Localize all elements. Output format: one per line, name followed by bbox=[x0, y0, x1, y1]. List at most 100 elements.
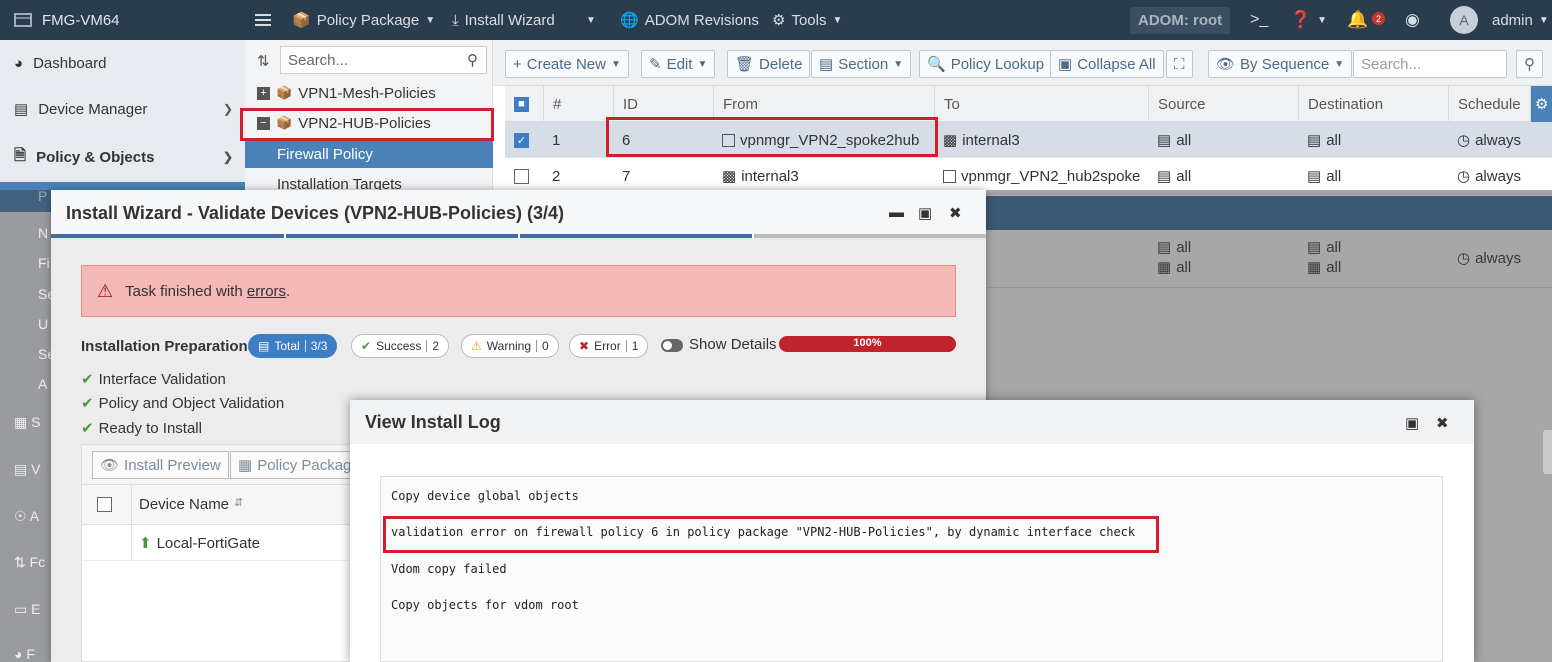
cell-to[interactable]: ▩ internal3 bbox=[934, 122, 1020, 158]
section-button[interactable]: ▤ Section ▼ bbox=[811, 50, 912, 78]
close-icon[interactable]: ✖ bbox=[1436, 414, 1449, 432]
fullscreen-icon: ⛶ bbox=[1174, 55, 1185, 73]
cell-text: always bbox=[1475, 167, 1521, 185]
column-settings-gear-icon[interactable]: ⚙ bbox=[1530, 86, 1552, 122]
pill-value: 0 bbox=[542, 339, 549, 353]
check-interface-validation: ✔ Interface Validation bbox=[81, 370, 226, 389]
package-icon: 📦 bbox=[276, 85, 293, 100]
checkbox-icon: ■ bbox=[514, 96, 529, 112]
maximize-icon[interactable]: ▣ bbox=[1405, 414, 1419, 432]
select-all-checkbox[interactable] bbox=[97, 497, 112, 512]
chevron-down-icon: ▼ bbox=[893, 58, 904, 70]
vpn-icon: ▤ bbox=[14, 461, 28, 477]
row-checkbox[interactable] bbox=[505, 158, 529, 194]
button-label: By Sequence bbox=[1240, 55, 1330, 73]
nav-policy-objects[interactable]: 🗎 Policy & Objects ❯ bbox=[0, 134, 245, 180]
maximize-icon[interactable]: ▣ bbox=[918, 204, 932, 222]
errors-link[interactable]: errors bbox=[247, 283, 286, 300]
collapse-all-button[interactable]: ▣ Collapse All bbox=[1050, 50, 1164, 78]
col-to[interactable]: To bbox=[934, 86, 1148, 122]
edit-button[interactable]: ✎ Edit ▼ bbox=[641, 50, 716, 78]
cell-schedule[interactable]: ◷ always bbox=[1448, 158, 1521, 194]
warning-triangle-icon: ⚠ bbox=[97, 280, 114, 301]
view-mode-dropdown[interactable]: 👁 By Sequence ▼ bbox=[1208, 50, 1353, 78]
sort-icon: ⇵ bbox=[234, 497, 244, 509]
notification-bell-icon[interactable]: 🔔 bbox=[1347, 0, 1368, 40]
nav-cut-label: ▤ V bbox=[14, 461, 40, 478]
check-ready-to-install: ✔ Ready to Install bbox=[81, 419, 202, 438]
nav-dashboard[interactable]: ◕ Dashboard bbox=[0, 40, 245, 86]
create-new-button[interactable]: + Create New ▼ bbox=[505, 50, 629, 78]
filter-total[interactable]: ▤ Total 3/3 bbox=[248, 334, 338, 358]
adom-revisions-button[interactable]: 🌐 ADOM Revisions bbox=[620, 0, 759, 40]
filter-warning[interactable]: ⚠ Warning 0 bbox=[461, 334, 559, 358]
diff-icon: ▦ bbox=[238, 457, 253, 474]
cell-to[interactable]: vpnmgr_VPN2_hub2spoke bbox=[934, 158, 1140, 194]
check-label: Interface Validation bbox=[98, 370, 226, 388]
cell-source[interactable]: ▤ all bbox=[1148, 122, 1191, 158]
col-destination[interactable]: Destination bbox=[1298, 86, 1448, 122]
nav-cut-text: Fc bbox=[29, 554, 46, 570]
policy-package-diff-button[interactable]: ▦ Policy Package bbox=[230, 451, 368, 479]
address-icon: ▤ bbox=[1157, 168, 1172, 185]
col-seq[interactable]: # bbox=[543, 86, 613, 122]
cell-destination[interactable]: ▤ all bbox=[1298, 122, 1341, 158]
collapse-icon: ▣ bbox=[1058, 56, 1073, 73]
col-source[interactable]: Source bbox=[1148, 86, 1298, 122]
chevron-down-icon: ▼ bbox=[1538, 14, 1549, 26]
policy-lookup-button[interactable]: 🔍 Policy Lookup bbox=[919, 50, 1053, 78]
alert-monitor-icon[interactable]: ◉ bbox=[1405, 0, 1420, 40]
chevron-down-icon: ▼ bbox=[697, 58, 708, 70]
tools-menu[interactable]: ⚙ Tools ▼ bbox=[772, 0, 842, 40]
list-icon: ▤ bbox=[258, 339, 270, 353]
fullscreen-button[interactable]: ⛶ bbox=[1166, 50, 1193, 78]
ap-icon: ☉ bbox=[14, 508, 27, 524]
nav-label: Policy & Objects bbox=[36, 148, 155, 166]
delete-button[interactable]: 🗑 Delete bbox=[727, 50, 811, 78]
pill-value: 2 bbox=[432, 339, 440, 353]
install-wizard-dropdown[interactable]: ▼ bbox=[586, 0, 596, 40]
search-icon[interactable]: ⚲ bbox=[467, 51, 478, 69]
minimize-icon[interactable]: ▬ bbox=[889, 204, 904, 221]
install-preview-button[interactable]: 👁 Install Preview bbox=[92, 451, 229, 479]
side-panel-toggle[interactable] bbox=[1543, 430, 1552, 474]
cell-from[interactable]: ▩ internal3 bbox=[713, 158, 799, 194]
cell-schedule[interactable]: ◷ always bbox=[1448, 122, 1521, 158]
install-wizard-label: Install Wizard bbox=[464, 11, 555, 29]
install-wizard-button[interactable]: ⤓ Install Wizard bbox=[452, 0, 555, 40]
tree-item-vpn1[interactable]: + 📦 VPN1-Mesh-Policies bbox=[257, 80, 436, 106]
expand-icon[interactable]: + bbox=[257, 86, 270, 100]
filter-error[interactable]: ✖ Error 1 bbox=[569, 334, 649, 358]
filter-success[interactable]: ✔ Success 2 bbox=[351, 334, 450, 358]
cell-seq: 1 bbox=[552, 131, 561, 149]
row-checkbox[interactable]: ✓ bbox=[505, 122, 529, 158]
col-device-name[interactable]: Device Name ⇵ bbox=[139, 496, 243, 513]
adom-selector[interactable]: ADOM: root bbox=[1130, 0, 1231, 40]
show-details-toggle[interactable] bbox=[661, 339, 683, 352]
table-row[interactable]: 2 7 ▩ internal3 vpnmgr_VPN2_hub2spoke ▤ al… bbox=[505, 158, 1552, 194]
checkbox-icon bbox=[514, 168, 529, 184]
sort-icon[interactable]: ⇅ bbox=[257, 52, 270, 70]
cli-console-icon[interactable]: >_ bbox=[1250, 0, 1268, 40]
help-menu[interactable]: ❓ ▼ bbox=[1290, 0, 1327, 40]
help-icon: ❓ bbox=[1290, 10, 1312, 29]
nav-device-manager[interactable]: ▤ Device Manager ❯ bbox=[0, 86, 245, 132]
col-schedule[interactable]: Schedule bbox=[1448, 86, 1530, 122]
search-button[interactable]: ⚲ bbox=[1516, 50, 1543, 78]
close-icon[interactable]: ✖ bbox=[949, 204, 962, 222]
policy-package-menu[interactable]: 📦 Policy Package ▼ bbox=[292, 0, 435, 40]
tree-search-input[interactable]: Search... ⚲ bbox=[280, 46, 487, 74]
chevron-down-icon: ▼ bbox=[832, 14, 843, 26]
tree-firewall-policy[interactable]: Firewall Policy bbox=[245, 140, 493, 168]
user-menu[interactable]: A admin ▼ bbox=[1450, 0, 1549, 40]
nav-cut-text: F bbox=[26, 646, 35, 662]
avatar: A bbox=[1450, 6, 1478, 34]
cell-destination[interactable]: ▤ all bbox=[1298, 158, 1341, 194]
cell-source[interactable]: ▤ all bbox=[1148, 158, 1191, 194]
error-alert: ⚠ Task finished with errors. bbox=[81, 265, 956, 317]
policy-search-input[interactable]: Search... bbox=[1353, 50, 1507, 78]
plus-icon: + bbox=[513, 55, 522, 73]
hamburger-menu-icon[interactable] bbox=[255, 0, 271, 40]
select-all-checkbox[interactable]: ■ bbox=[505, 86, 543, 122]
search-placeholder: Search... bbox=[1361, 55, 1422, 73]
